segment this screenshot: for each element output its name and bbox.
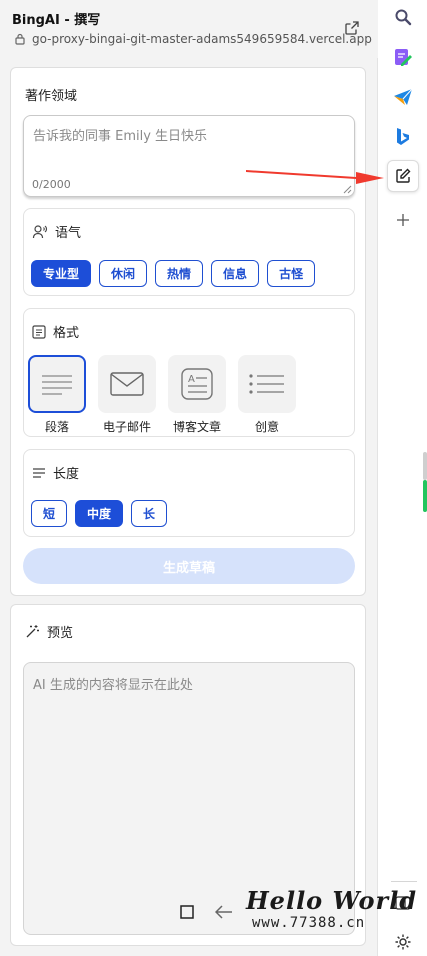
tone-label: 语气: [55, 226, 82, 241]
watermark-title: Hello World: [246, 886, 418, 915]
sidebar-item-add[interactable]: [387, 204, 419, 236]
panel-header: BingAI - 撰写 go-proxy-bingai-git-master-a…: [0, 0, 378, 58]
sidebar-item-search[interactable]: [387, 1, 419, 33]
back-button[interactable]: [215, 905, 233, 919]
email-format-icon: [98, 355, 156, 413]
format-option-label: 段落: [44, 420, 69, 434]
tone-option-informational[interactable]: 信息: [211, 260, 260, 287]
compose-card: 著作领域 告诉我的同事 Emily 生日快乐 0/2000 语气 专业型 休闲: [10, 67, 366, 596]
edit-pen-icon: [395, 49, 412, 66]
sidebar-item-bing[interactable]: [387, 121, 419, 153]
right-sidebar: [379, 0, 427, 956]
length-option-long[interactable]: 长: [131, 500, 168, 527]
watermark: Hello World www.77388.cn: [246, 886, 416, 936]
length-label-row: 长度: [32, 463, 79, 482]
page-url: go-proxy-bingai-git-master-adams54965958…: [32, 32, 372, 46]
scroll-indicator-accent: [423, 480, 427, 512]
tone-section: 语气 专业型 休闲 热情 信息 古怪: [23, 208, 355, 296]
preview-title-row: 预览: [25, 622, 73, 641]
tone-options: 专业型 休闲 热情 信息 古怪: [31, 260, 316, 287]
blog-format-icon: A: [168, 355, 226, 413]
resize-grip-icon[interactable]: [342, 184, 352, 194]
url-row: go-proxy-bingai-git-master-adams54965958…: [14, 32, 372, 46]
svg-text:A: A: [188, 374, 195, 385]
gear-icon: [395, 934, 411, 950]
open-external-icon[interactable]: [344, 20, 360, 36]
stop-button[interactable]: [180, 905, 194, 919]
compose-panel: BingAI - 撰写 go-proxy-bingai-git-master-a…: [0, 0, 378, 956]
sidebar-item-edit[interactable]: [387, 41, 419, 73]
tone-option-casual[interactable]: 休闲: [99, 260, 148, 287]
bing-icon: [397, 128, 409, 145]
length-option-medium[interactable]: 中度: [75, 500, 124, 527]
format-option-email[interactable]: 电子邮件: [98, 355, 156, 435]
length-label: 长度: [53, 467, 80, 482]
format-option-ideas[interactable]: 创意: [238, 355, 296, 435]
watermark-url: www.77388.cn: [252, 915, 366, 931]
format-label: 格式: [53, 326, 80, 341]
add-icon: [397, 214, 409, 226]
search-icon: [395, 9, 412, 26]
sidebar-item-compose[interactable]: [387, 160, 419, 192]
preview-title: 预览: [47, 626, 74, 641]
lock-icon: [15, 33, 25, 45]
red-arrow-annotation: [246, 170, 384, 184]
format-icon: [32, 324, 46, 339]
compose-input-placeholder: 告诉我的同事 Emily 生日快乐: [33, 129, 208, 144]
tone-option-funny[interactable]: 古怪: [267, 260, 316, 287]
magic-wand-icon: [26, 625, 39, 638]
format-label-row: 格式: [32, 322, 79, 341]
generate-draft-button[interactable]: 生成草稿: [23, 548, 355, 584]
sidebar-item-send[interactable]: [387, 81, 419, 113]
format-option-label: 博客文章: [172, 420, 221, 434]
panel-title: BingAI - 撰写: [12, 13, 101, 28]
back-arrow-icon: [215, 905, 232, 919]
paragraph-format-icon: [28, 355, 86, 413]
format-option-label: 电子邮件: [102, 420, 151, 434]
length-icon: [33, 467, 45, 478]
tone-icon: [32, 224, 48, 238]
tone-option-enthusiastic[interactable]: 热情: [155, 260, 204, 287]
format-option-label: 创意: [254, 420, 279, 434]
scroll-indicator[interactable]: [423, 452, 427, 480]
compose-section-title: 著作领域: [25, 89, 78, 104]
preview-placeholder: AI 生成的内容将显示在此处: [33, 678, 193, 693]
tone-option-professional[interactable]: 专业型: [31, 260, 92, 287]
tone-label-row: 语气: [32, 222, 81, 241]
length-option-short[interactable]: 短: [31, 500, 68, 527]
stop-icon: [180, 905, 194, 919]
length-section: 长度 短 中度 长: [23, 449, 355, 537]
ideas-format-icon: [238, 355, 296, 413]
format-section: 格式 段落 电子邮件 A 博客文章 创意: [23, 308, 355, 437]
sidebar-divider: [391, 881, 417, 882]
length-options: 短 中度 长: [31, 500, 168, 527]
char-count: 0/2000: [32, 178, 71, 191]
compose-icon: [396, 168, 411, 183]
format-option-blog[interactable]: A 博客文章: [168, 355, 226, 435]
format-option-paragraph[interactable]: 段落: [28, 355, 86, 435]
send-icon: [394, 88, 413, 105]
format-options: 段落 电子邮件 A 博客文章 创意: [28, 355, 296, 435]
